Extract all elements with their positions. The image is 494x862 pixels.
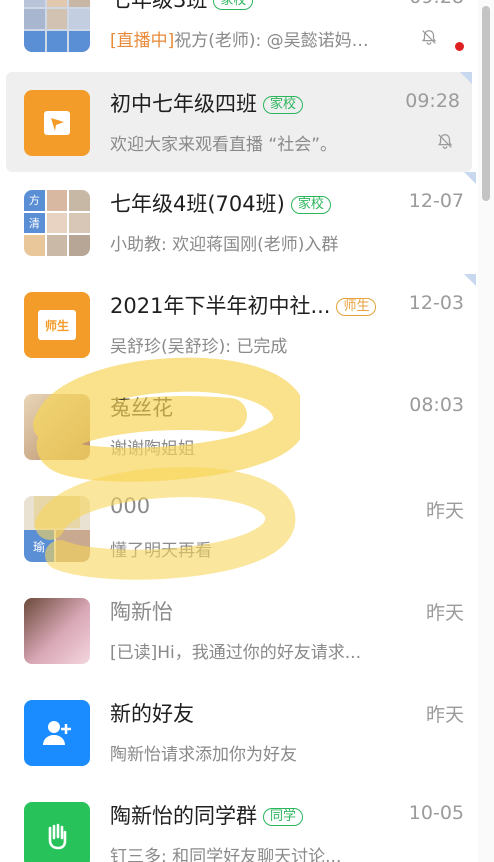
chat-title: 000 — [110, 494, 151, 518]
chat-time: 09:28 — [405, 90, 460, 112]
chat-subtitle: 小助教: 欢迎蒋国刚(老师)入群 — [110, 235, 339, 255]
chat-time: 08:03 — [409, 394, 464, 416]
mute-bell-icon — [421, 30, 437, 45]
mute-bell-icon — [437, 134, 453, 149]
chat-subtitle: 吴舒珍(吴舒珍): 已完成 — [110, 337, 288, 357]
group-avatar — [24, 802, 90, 862]
chat-item-new-friends[interactable]: 新的好友 昨天 陶新怡请求添加你为好友 — [0, 682, 476, 782]
chat-subtitle: 钉三多: 和同学好友聊天讨论... — [110, 847, 342, 862]
user-avatar — [24, 598, 90, 664]
chat-item-class3[interactable]: 七年级3班家校 09:28 [直播中]祝方(老师): @吴懿诺妈… — [0, 0, 476, 68]
chat-time: 12-03 — [408, 292, 464, 314]
user-avatar — [24, 394, 90, 460]
pin-corner — [464, 172, 476, 184]
chat-time: 昨天 — [425, 602, 464, 624]
unread-dot — [455, 42, 464, 51]
chat-title: 七年级4班(704班) 家校 — [110, 188, 331, 218]
teacher-student-icon: 师生 — [38, 310, 76, 340]
chat-subtitle: 懂了明天再看 — [110, 541, 212, 561]
tag-badge: 家校 — [213, 0, 254, 10]
chat-title: 菟丝花 — [110, 396, 173, 420]
tag-badge: 师生 — [336, 298, 377, 316]
chat-title: 初中七年级四班 家校 — [110, 88, 304, 118]
chat-subtitle: [已读]Hi，我通过你的好友请求... — [110, 643, 361, 663]
chat-title: 陶新怡的同学群 同学 — [110, 800, 304, 830]
chat-item-class704[interactable]: 方 清 七年级4班(704班) 家校 12-07 小助教: 欢迎蒋国刚(老师)入群 — [0, 172, 476, 272]
chat-item-000[interactable]: 瑜 000 昨天 懂了明天再看 — [0, 478, 476, 578]
chat-time: 09:28 — [409, 0, 464, 8]
chat-subtitle: 谢谢陶姐姐 — [110, 439, 195, 459]
chat-time: 昨天 — [425, 704, 464, 726]
tag-badge: 同学 — [263, 808, 304, 826]
chat-subtitle: 欢迎大家来观看直播 “社会”。 — [110, 135, 338, 155]
chat-title: 七年级3班 家校 — [110, 0, 254, 14]
chat-subtitle: 陶新怡请求添加你为好友 — [110, 745, 297, 765]
chat-item-2021-social[interactable]: 师生 2021年下半年初中社... 师生 12-03 吴舒珍(吴舒珍): 已完成 — [0, 274, 476, 374]
chat-list: 七年级3班家校 09:28 [直播中]祝方(老师): @吴懿诺妈… 初中七年级四… — [0, 0, 494, 862]
group-avatar — [24, 0, 90, 52]
chat-title: 2021年下半年初中社... 师生 — [110, 290, 377, 320]
chat-item-grade7-class4[interactable]: 初中七年级四班 家校 09:28 欢迎大家来观看直播 “社会”。 — [6, 72, 472, 172]
add-user-icon — [43, 721, 71, 745]
chat-title: 陶新怡 — [110, 600, 173, 624]
group-avatar: 瑜 — [24, 496, 90, 562]
book-icon — [44, 111, 70, 135]
chat-item-tusihua[interactable]: 菟丝花 08:03 谢谢陶姐姐 — [0, 376, 476, 476]
pin-corner — [460, 72, 472, 84]
chat-title: 新的好友 — [110, 702, 194, 726]
chat-subtitle: [直播中]祝方(老师): @吴懿诺妈… — [110, 31, 369, 51]
hand-icon — [48, 823, 67, 850]
pin-corner — [464, 274, 476, 286]
chat-time: 昨天 — [425, 500, 464, 522]
group-avatar — [24, 90, 90, 156]
chat-item-classmates-group[interactable]: 陶新怡的同学群 同学 10-05 钉三多: 和同学好友聊天讨论... — [0, 784, 476, 862]
new-friend-avatar — [24, 700, 90, 766]
tag-badge: 家校 — [263, 96, 304, 114]
chat-time: 12-07 — [408, 190, 464, 212]
chat-item-taoxinyi[interactable]: 陶新怡 昨天 [已读]Hi，我通过你的好友请求... — [0, 580, 476, 680]
live-prefix: [直播中] — [110, 31, 175, 51]
tag-badge: 家校 — [290, 196, 331, 214]
group-avatar: 师生 — [24, 292, 90, 358]
group-avatar: 方 清 — [24, 190, 90, 256]
chat-time: 10-05 — [408, 802, 464, 824]
